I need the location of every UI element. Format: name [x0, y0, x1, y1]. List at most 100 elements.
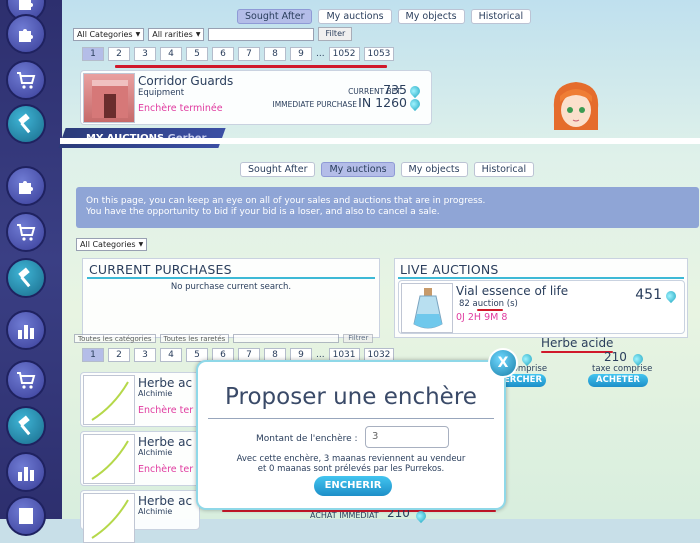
- sidebar-gavel-icon[interactable]: [6, 406, 46, 446]
- tab-my-auctions[interactable]: My auctions: [318, 9, 392, 24]
- sidebar-cart-icon[interactable]: [6, 360, 46, 400]
- item-category: Equipment: [138, 88, 185, 98]
- sidebar-gavel-icon[interactable]: [6, 258, 46, 298]
- item-thumbnail: [83, 73, 135, 123]
- sidebar-cart-icon[interactable]: [6, 60, 46, 100]
- bottom-filters: Toutes les catégories Toutes les raretés…: [74, 334, 374, 343]
- mid-filters: All Categories ▼: [76, 238, 148, 251]
- live-item-price: 451: [635, 287, 662, 303]
- tab-my-objects[interactable]: My objects: [400, 162, 468, 177]
- section-underline: [398, 277, 684, 279]
- info-line: You have the opportunity to bid if your …: [86, 207, 440, 217]
- search-input[interactable]: [233, 334, 340, 343]
- page-button[interactable]: 2: [108, 348, 130, 362]
- chevron-down-icon: ▼: [135, 30, 141, 38]
- page-ellipsis: ...: [316, 49, 325, 59]
- close-icon[interactable]: X: [488, 348, 518, 378]
- page-button[interactable]: 3: [134, 348, 156, 362]
- current-purchases-title: CURRENT PURCHASES: [89, 262, 232, 277]
- submit-bid-button[interactable]: ENCHERIR: [314, 476, 392, 496]
- character-avatar: [548, 78, 604, 138]
- rarity-select[interactable]: Toutes les raretés: [159, 334, 230, 343]
- buy-button[interactable]: ACHETER: [588, 374, 648, 387]
- category-select[interactable]: Toutes les catégories: [74, 334, 156, 343]
- immediate-purchase-label: IMMEDIATE PURCHASE: [272, 100, 358, 109]
- modal-title: Proposer une enchère: [225, 384, 477, 410]
- highlight-underline: [115, 65, 387, 68]
- list-item[interactable]: Herbe ac Alchimie Enchère ter: [80, 431, 200, 486]
- no-purchase-text: No purchase current search.: [170, 282, 292, 292]
- page-button[interactable]: 1: [82, 47, 104, 61]
- list-item[interactable]: Herbe ac Alchimie: [80, 490, 200, 543]
- item-category: Alchimie: [138, 389, 173, 398]
- rarity-select[interactable]: All rarities ▼: [148, 27, 205, 41]
- section-underline: [87, 277, 375, 279]
- modal-note: Avec cette enchère, 3 maanas reviennent …: [236, 454, 466, 464]
- bid-modal: Proposer une enchère Montant de l'enchèr…: [196, 360, 506, 510]
- filter-button[interactable]: Filter: [318, 27, 353, 41]
- top-filters: All Categories ▼ All rarities ▼ Filter: [73, 27, 353, 41]
- tab-my-auctions[interactable]: My auctions: [321, 162, 395, 177]
- right-item-name: Herbe acide: [541, 336, 614, 350]
- category-select[interactable]: All Categories ▼: [76, 238, 148, 251]
- chevron-down-icon: ▼: [138, 241, 144, 248]
- sidebar-ranking-icon[interactable]: [6, 310, 46, 350]
- page-button[interactable]: 1: [82, 348, 104, 362]
- page-button[interactable]: 3: [134, 47, 156, 61]
- immediate-purchase-value: IN 1260: [358, 95, 407, 110]
- live-auction-item[interactable]: Vial essence of life 82 auction (s) 0J 2…: [398, 280, 685, 334]
- item-name: Herbe ac: [138, 435, 193, 449]
- page-button[interactable]: 7: [238, 47, 260, 61]
- sidebar-ranking-icon[interactable]: [6, 452, 46, 492]
- sidebar: [0, 0, 62, 536]
- page-button[interactable]: 4: [160, 348, 182, 362]
- highlight-underline: [541, 351, 613, 353]
- live-item-name: Vial essence of life: [456, 284, 569, 298]
- amount-input[interactable]: 3: [365, 426, 449, 448]
- herb-thumbnail: [83, 434, 135, 484]
- page-ellipsis: ...: [316, 350, 325, 360]
- item-status: Enchère ter: [138, 405, 194, 416]
- tab-my-objects[interactable]: My objects: [397, 9, 465, 24]
- live-item-count: 82 auction (s): [459, 299, 518, 309]
- info-line: On this page, you can keep an eye on all…: [86, 196, 486, 206]
- page-button[interactable]: 6: [212, 47, 234, 61]
- filter-button[interactable]: Filtrer: [343, 334, 374, 343]
- sidebar-gavel-icon[interactable]: [6, 104, 46, 144]
- top-pager: 1 2 3 4 5 6 7 8 9 ... 1052 1053: [82, 47, 395, 61]
- tab-sought-after[interactable]: Sought After: [240, 162, 316, 177]
- maana-icon: [407, 83, 423, 99]
- auction-item-card[interactable]: Corridor Guards Equipment Enchère termin…: [80, 70, 432, 125]
- sidebar-book-icon[interactable]: [6, 496, 46, 536]
- tab-historical[interactable]: Historical: [473, 162, 535, 177]
- category-select[interactable]: All Categories ▼: [73, 27, 145, 41]
- list-item[interactable]: Herbe ac Alchimie Enchère ter: [80, 372, 200, 427]
- page-button[interactable]: 9: [290, 47, 312, 61]
- page-button[interactable]: 2: [108, 47, 130, 61]
- item-name: Corridor Guards: [138, 74, 234, 88]
- maana-icon: [663, 288, 679, 304]
- sidebar-cart-icon[interactable]: [6, 212, 46, 252]
- tax-label: taxe comprise: [592, 364, 653, 374]
- live-item-timer: 0J 2H 9M 8: [456, 312, 508, 323]
- page-button[interactable]: 4: [160, 47, 182, 61]
- sidebar-puzzle-icon[interactable]: [6, 14, 46, 54]
- live-auctions-title: LIVE AUCTIONS: [400, 262, 499, 277]
- item-status: Enchère ter: [138, 464, 194, 475]
- page-button[interactable]: 1052: [328, 47, 360, 61]
- item-name: Herbe ac: [138, 494, 193, 508]
- tab-sought-after[interactable]: Sought After: [237, 9, 313, 24]
- page-button[interactable]: 1053: [363, 47, 395, 61]
- maana-icon: [407, 96, 423, 112]
- sidebar-puzzle-icon[interactable]: [6, 166, 46, 206]
- item-category: Alchimie: [138, 507, 173, 516]
- item-status: Enchère terminée: [138, 103, 223, 114]
- page-button[interactable]: 5: [186, 47, 208, 61]
- amount-label: Montant de l'enchère :: [256, 434, 358, 444]
- page-button[interactable]: 8: [264, 47, 286, 61]
- vial-thumbnail: [401, 283, 453, 333]
- tab-historical[interactable]: Historical: [470, 9, 532, 24]
- modal-divider: [208, 418, 494, 419]
- search-input[interactable]: [208, 27, 315, 41]
- herb-thumbnail: [83, 493, 135, 543]
